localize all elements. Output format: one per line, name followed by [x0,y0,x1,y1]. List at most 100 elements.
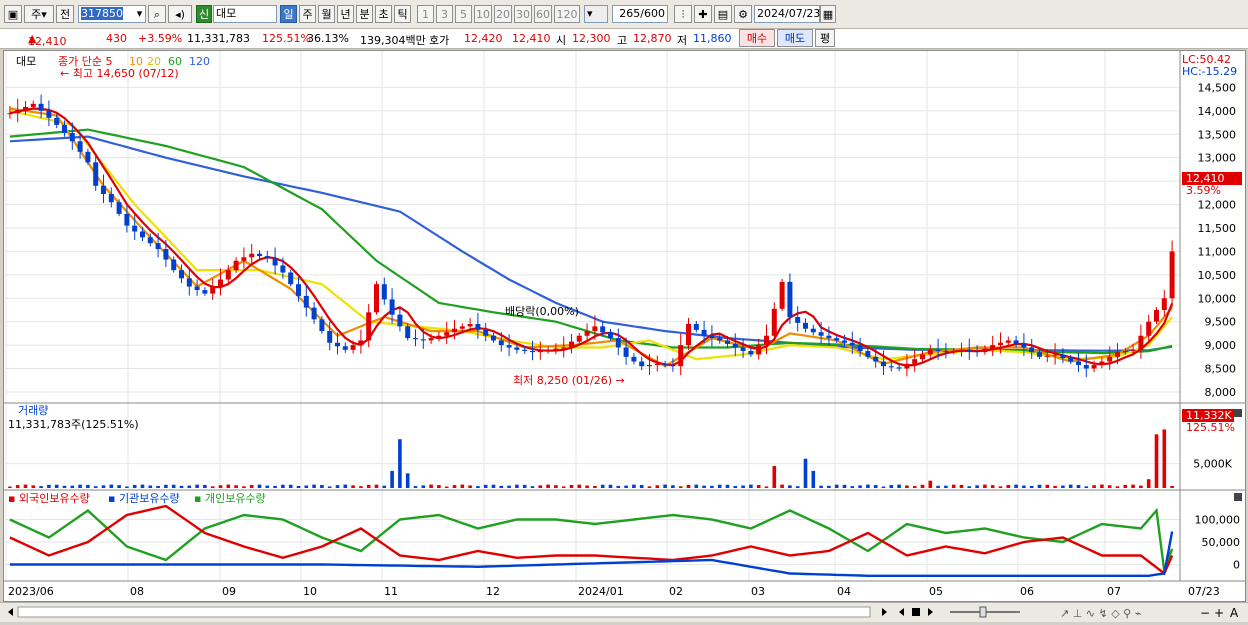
turnover-rate: 36.13% [307,32,349,45]
cross-icon[interactable]: ✚ [694,5,712,23]
volume-close-icon[interactable] [1234,409,1242,417]
price-tick-label-8: 12,000 [1198,199,1237,212]
candle-icon[interactable]: ⫶ [674,5,692,23]
interval-button-5[interactable]: 5 [455,5,472,23]
low-label: 저 [677,34,688,47]
candle-body [303,295,309,308]
interval-button-1[interactable]: 1 [417,5,434,23]
volume-bar [15,485,20,488]
candle-body [155,243,161,250]
candle-body [335,342,340,347]
volume-bar [1092,485,1096,488]
volume-bar [23,484,28,488]
scroll-left-icon[interactable] [8,608,13,616]
interval-button-120[interactable]: 120 [554,5,580,23]
high-label: 고 [617,34,628,47]
holdings-close-icon[interactable] [1234,493,1242,501]
volume-bar [522,484,527,488]
volume-bar [78,484,82,488]
volume-bar [117,485,121,488]
window-menu-icon[interactable]: ▣ [4,5,22,23]
search-icon[interactable]: ⌕ [148,5,166,23]
price-value: 12,410 [28,35,67,48]
volume-bar [468,485,472,488]
drawing-tools-icon[interactable]: ↗ ⊥ ∿ ↯ ◇ ⚲ ⌁ [1060,607,1141,620]
volume-bar [600,484,605,488]
zoom-out-icon[interactable]: − [1200,606,1210,620]
volume-bar [686,484,691,488]
volume-bar [452,485,457,488]
speaker-icon[interactable]: ◂) [168,5,192,23]
volume-bar [951,484,956,488]
price-tick-label-12: 14,000 [1198,105,1237,118]
period-select[interactable]: 주▾ [24,5,54,23]
candle-body [576,335,582,342]
count-field[interactable]: 265/600 [612,5,668,23]
interval-custom-field[interactable]: ▾ [584,5,608,23]
code-dropdown-icon[interactable]: ▾ [133,5,146,23]
volume-bar [101,485,106,488]
volume-bar [70,485,75,488]
period-button-year[interactable]: 년 [337,5,354,23]
scroll-right-icon[interactable] [882,608,887,616]
zoom-slider-thumb[interactable] [979,606,987,618]
candle-body [506,345,512,348]
page-forward-icon[interactable] [928,608,933,616]
scroll-track[interactable] [17,606,871,618]
x-tick-label-3: 10 [303,585,317,598]
volume-bar [1061,485,1065,488]
scroll-bar[interactable]: ↗ ⊥ ∿ ↯ ◇ ⚲ ⌁ − + A [0,602,1248,622]
volume-bar [772,466,777,488]
period-button-minute[interactable]: 분 [356,5,373,23]
volume-bar [990,485,995,488]
candle-body [1138,335,1144,350]
page-back-icon[interactable] [899,608,904,616]
period-button-tick[interactable]: 틱 [394,5,411,23]
chart-grid [5,51,1180,581]
volume-bar [312,484,316,488]
period-button-second[interactable]: 초 [375,5,392,23]
volume-bar [288,484,293,488]
volume-bar [1115,486,1120,488]
volume-bar [694,484,699,488]
calendar-icon[interactable]: ▦ [820,5,836,23]
save-icon[interactable]: ▤ [714,5,732,23]
volume-bar [655,485,660,488]
candle-body [1052,354,1058,356]
count-current: 265 [619,7,641,20]
zoom-in-icon[interactable]: + [1214,606,1224,620]
volume-bar [616,485,621,488]
interval-button-30[interactable]: 30 [514,5,532,23]
prev-button[interactable]: 전 [56,5,74,23]
gear-icon[interactable]: ⚙ [734,5,752,23]
date-field[interactable]: 2024/07/23 [754,5,820,23]
period-button-day[interactable]: 일 [280,5,297,23]
interval-button-10[interactable]: 10 [474,5,492,23]
auto-scale-icon[interactable]: A [1230,606,1239,620]
period-button-week[interactable]: 주 [299,5,316,23]
interval-button-3[interactable]: 3 [436,5,453,23]
period-button-month[interactable]: 월 [318,5,335,23]
institution-line [9,531,1174,577]
avg-button[interactable]: 평 [815,29,835,47]
candle-body [1091,365,1097,369]
stock-name-field[interactable]: 대모 [213,5,277,23]
chart-container[interactable]: 8,000 8,500 9,000 9,500 10,000 10,500 11,000 11… [3,50,1246,602]
volume-bar [413,486,418,488]
volume-bar [1162,429,1167,488]
chart-svg[interactable]: 8,000 8,500 9,000 9,500 10,000 10,500 11,000 11… [4,51,1245,601]
candle-body [686,324,691,346]
candle-body [498,340,504,346]
volume-bar [1131,484,1135,488]
interval-button-20[interactable]: 20 [494,5,512,23]
candle-body [350,345,356,350]
interval-button-60[interactable]: 60 [534,5,552,23]
volume-bar [171,484,176,488]
sell-button[interactable]: 매도 [777,29,813,47]
candle-body [732,343,738,348]
stop-icon[interactable] [912,608,920,616]
volume-bar [1068,484,1073,488]
volume-bar [827,485,831,488]
candle-body [218,279,223,287]
buy-button[interactable]: 매수 [739,29,775,47]
